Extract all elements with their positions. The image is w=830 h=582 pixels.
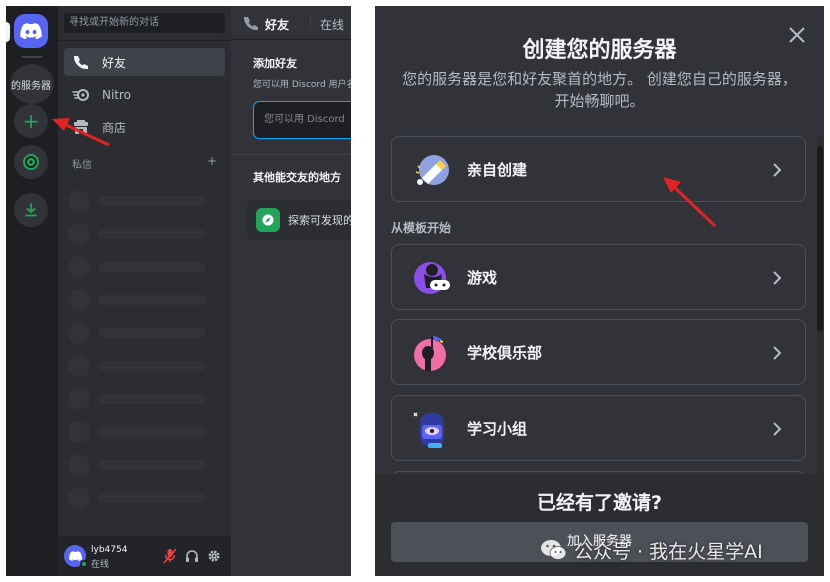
dm-placeholder: [68, 256, 218, 278]
friends-icon: [72, 53, 90, 71]
nav-item-shop[interactable]: 商店: [64, 113, 225, 141]
wechat-logo-icon: [541, 540, 567, 560]
nav-label: 商店: [102, 120, 127, 135]
mute-microphone-button[interactable]: [162, 548, 178, 564]
tab-online[interactable]: 在线: [320, 16, 344, 33]
friends-main-pane: 好友 在线 添加好友 您可以用 Discord 用户名 您可以用 Discord…: [231, 6, 351, 576]
dm-header-label: 私信: [72, 160, 92, 171]
dm-placeholder: [68, 190, 218, 212]
header-divider: [310, 16, 311, 30]
nitro-icon: [72, 86, 90, 104]
study-group-icon: [413, 412, 444, 448]
direct-messages-header: 私信 +: [72, 155, 217, 171]
section-divider: [231, 154, 351, 155]
create-my-own-option[interactable]: 亲自创建: [391, 136, 806, 202]
shop-icon: [72, 118, 90, 136]
chevron-right-icon: [773, 271, 782, 285]
selected-pill: [6, 22, 10, 42]
friends-icon: [244, 17, 258, 30]
discord-home-button[interactable]: [14, 14, 48, 48]
dm-sidebar: 寻找或开始新的对话 好友 Nitro 商店 私信 + lyb4754 在线: [58, 6, 231, 576]
option-label: 游戏: [467, 269, 498, 287]
friends-header: 好友 在线: [231, 6, 351, 40]
scrollbar-thumb[interactable]: [817, 146, 823, 331]
dm-placeholder: [68, 289, 218, 311]
add-server-button[interactable]: +: [14, 104, 48, 138]
dm-placeholder: [68, 223, 218, 245]
server-icon-my-server[interactable]: 的服务器: [10, 64, 54, 104]
online-status-dot: [80, 560, 88, 568]
download-apps-button[interactable]: [14, 193, 48, 227]
username: lyb4754: [91, 545, 128, 555]
user-panel: lyb4754 在线: [58, 536, 231, 576]
add-friend-description: 您可以用 Discord 用户名: [253, 80, 351, 90]
school-club-icon: [414, 335, 446, 371]
search-input[interactable]: 寻找或开始新的对话: [64, 13, 225, 33]
microphone-muted-icon: [163, 548, 177, 564]
option-label: 亲自创建: [467, 161, 528, 179]
chevron-right-icon: [773, 422, 782, 436]
gear-icon: [208, 550, 220, 562]
gaming-icon: [414, 262, 450, 294]
create-my-own-icon: [415, 155, 449, 185]
explore-card-label: 探索可发现的服务器: [288, 214, 351, 227]
discord-avatar-icon: [68, 551, 82, 561]
nav-label: Nitro: [102, 88, 132, 102]
chevron-right-icon: [773, 346, 782, 360]
dm-placeholder: [68, 355, 218, 377]
discord-logo-icon: [20, 23, 42, 39]
dm-placeholder: [68, 421, 218, 443]
footer-title: 已经有了邀请?: [536, 492, 663, 514]
other-places-title: 其他能交友的地方: [253, 171, 341, 184]
dm-placeholder: [68, 322, 218, 344]
dm-placeholder: [68, 454, 218, 476]
option-label: 学校俱乐部: [467, 344, 543, 362]
template-study-group-option[interactable]: 学习小组: [391, 395, 806, 461]
plus-icon: +: [22, 109, 40, 133]
dm-placeholder: [68, 487, 218, 509]
server-rail: 的服务器 +: [6, 6, 58, 576]
compass-icon: [23, 154, 39, 170]
watermark: 公众号 · 我在火星学AI: [540, 536, 763, 564]
watermark-text: 公众号 · 我在火星学AI: [574, 540, 763, 563]
explore-servers-button[interactable]: [14, 145, 48, 179]
deafen-button[interactable]: [184, 548, 200, 564]
nav-item-friends[interactable]: 好友: [64, 48, 225, 76]
compass-icon: [256, 208, 280, 232]
sidebar-divider: [58, 40, 231, 41]
option-label: 学习小组: [467, 420, 528, 438]
discord-app-window: 的服务器 + 寻找或开始新的对话 好友 Nitro 商店 私信 + lyb475…: [6, 6, 351, 576]
page-title: 好友: [265, 18, 290, 32]
modal-title: 创建您的服务器: [522, 38, 677, 63]
explore-servers-card[interactable]: 探索可发现的服务器: [247, 200, 351, 240]
chevron-right-icon: [773, 163, 782, 177]
user-status: 在线: [91, 560, 110, 570]
add-friend-input[interactable]: 您可以用 Discord: [253, 101, 351, 139]
server-label: 的服务器: [11, 80, 51, 92]
modal-subtitle: 您的服务器是您和好友聚首的地方。 创建您自己的服务器，开始畅聊吧。: [402, 70, 797, 110]
create-server-modal: 创建您的服务器 您的服务器是您和好友聚首的地方。 创建您自己的服务器，开始畅聊吧…: [375, 6, 824, 576]
user-settings-button[interactable]: [206, 548, 222, 564]
nav-label: 好友: [102, 55, 127, 70]
template-gaming-option[interactable]: 游戏: [391, 244, 806, 310]
headphones-icon: [186, 550, 198, 562]
download-icon: [25, 203, 37, 217]
dm-placeholder: [68, 388, 218, 410]
nav-item-nitro[interactable]: Nitro: [64, 81, 225, 109]
add-friend-title: 添加好友: [253, 57, 297, 70]
create-dm-button[interactable]: +: [207, 155, 217, 171]
rail-divider: [22, 56, 42, 58]
template-school-club-option[interactable]: 学校俱乐部: [391, 319, 806, 385]
template-section-header: 从模板开始: [391, 221, 452, 235]
